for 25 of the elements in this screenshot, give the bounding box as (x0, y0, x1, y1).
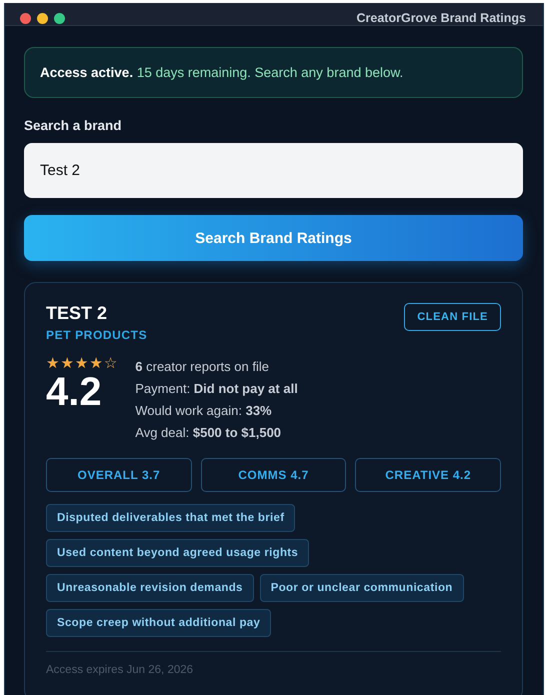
minimize-icon[interactable] (37, 13, 48, 24)
brand-fact: 6 creator reports on file (135, 358, 270, 376)
issue-tag: Disputed deliverables that met the brief (46, 504, 296, 532)
issue-tag: Used content beyond agreed usage rights (46, 539, 310, 567)
maximize-icon[interactable] (54, 13, 65, 24)
brand-fact: Avg deal: $500 to $1,500 (135, 424, 282, 442)
brand-fact: Would work again: 33% (135, 402, 273, 420)
expiry-note: Access expires Jun 26, 2026 (46, 664, 194, 676)
brand-category: PET PRODUCTS (46, 328, 148, 342)
issue-tag: Unreasonable revision demands (46, 574, 254, 602)
issue-tag: Scope creep without additional pay (46, 609, 272, 637)
status-badge: CLEAN FILE (404, 303, 501, 331)
window-title: CreatorGrove Brand Ratings (356, 11, 526, 25)
search-field[interactable]: Test 2 (24, 143, 523, 198)
subscore-chip: OVERALL 3.7 (46, 458, 192, 492)
rating-score: 4.2 (46, 372, 103, 412)
close-icon[interactable] (20, 13, 31, 24)
brand-name: TEST 2 (46, 303, 108, 324)
issue-tag: Poor or unclear communication (260, 574, 464, 602)
star-rating: ★★★★☆ (46, 356, 118, 372)
subscore-chip: COMMS 4.7 (200, 458, 346, 492)
access-banner: Access active. 15 days remaining. Search any brand below. (24, 47, 523, 98)
subscore-chip: CREATIVE 4.2 (355, 458, 501, 492)
search-label: Search a brand (24, 118, 123, 133)
brand-fact: Payment: Did not pay at all (135, 380, 298, 398)
